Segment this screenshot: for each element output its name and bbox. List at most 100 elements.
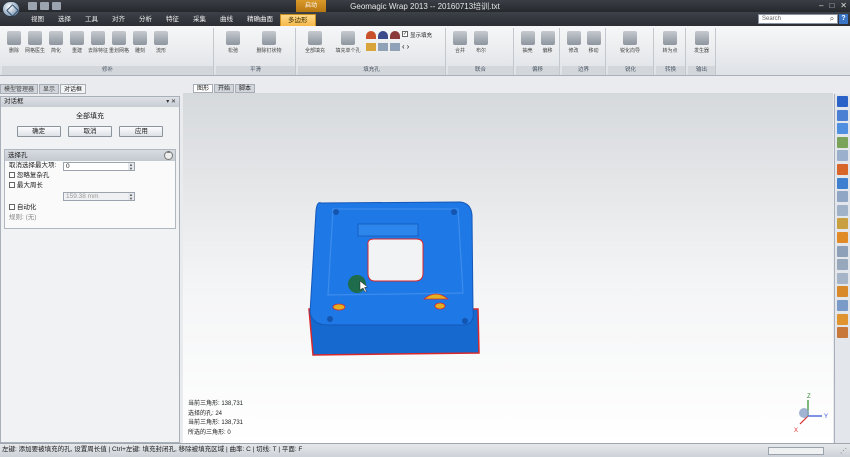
tab-tools[interactable]: 工具 xyxy=(78,14,105,26)
ribbon-group-label: 转换 xyxy=(656,66,685,75)
small-hole[interactable] xyxy=(332,303,346,311)
tab-display[interactable]: 显示 xyxy=(39,84,60,94)
search-input[interactable]: Search xyxy=(758,14,838,24)
manifold-button[interactable]: 流形 xyxy=(151,28,171,65)
convert-to-points-button[interactable]: 转为点 xyxy=(658,28,682,65)
view-iso-icon[interactable] xyxy=(837,136,848,148)
clip-icon[interactable] xyxy=(837,204,848,216)
sculpt-button[interactable]: 雕刻 xyxy=(130,28,150,65)
fill-type-curve-icon[interactable] xyxy=(378,31,388,39)
maximize-button[interactable]: □ xyxy=(829,1,834,10)
ok-button[interactable]: 确定 xyxy=(16,126,61,137)
select-lasso-icon[interactable] xyxy=(837,245,848,257)
shading-icon[interactable] xyxy=(837,163,848,175)
offset-button[interactable]: 偏移 xyxy=(538,28,557,65)
panel-pin-close-icon[interactable]: ▾ ✕ xyxy=(166,97,176,107)
progress-bar xyxy=(768,447,824,455)
fill-type-flat-icon[interactable] xyxy=(390,31,400,39)
decimate-button[interactable]: 简化 xyxy=(46,28,66,65)
remove-spikes-button[interactable]: 删除钉状物 xyxy=(249,28,289,65)
fill-partial-icon[interactable] xyxy=(378,43,388,51)
next-arrow-icon[interactable]: › xyxy=(407,43,410,51)
show-fill-checkbox[interactable]: ✓ xyxy=(402,31,408,37)
sharpen-wizard-button[interactable]: 锐化向导 xyxy=(610,28,650,65)
window-title: Geomagic Wrap 2013 -- 20160713培训.txt xyxy=(350,2,500,11)
automate-checkbox[interactable] xyxy=(9,204,15,211)
shell-button[interactable]: 抽壳 xyxy=(518,28,537,65)
mesh-doctor-button[interactable]: 网格医生 xyxy=(25,28,45,65)
perimeter-input[interactable]: 159.38 mm ▲ ▼ xyxy=(63,192,135,201)
merge-button[interactable]: 合并 xyxy=(450,28,470,65)
delete-button[interactable]: 删除 xyxy=(4,28,24,65)
spinner-icon[interactable]: ▲ ▼ xyxy=(128,163,134,170)
graphics-viewport[interactable]: Z Y X xyxy=(183,93,833,443)
help-button[interactable]: ? xyxy=(839,14,848,24)
ribbon-group-repair: 删除 网格医生 简化 重建 去除特征 重划网格 雕刻 流形 修补 xyxy=(2,28,214,75)
tab-capture[interactable]: 采集 xyxy=(186,14,213,26)
viewport-tabs: 图形 开始 脚本 xyxy=(193,84,256,93)
fill-single-button[interactable]: 填充单个孔 xyxy=(331,28,365,65)
remesh-button[interactable]: 重划网格 xyxy=(109,28,129,65)
center-hole[interactable] xyxy=(367,238,424,282)
fill-all-button[interactable]: 全部填充 xyxy=(300,28,330,65)
model-canvas[interactable]: Z Y X xyxy=(183,93,833,443)
cancel-button[interactable]: 取消 xyxy=(67,126,112,137)
shrink-selection-icon[interactable] xyxy=(837,327,848,339)
tab-analysis[interactable]: 分析 xyxy=(132,14,159,26)
tab-polygons[interactable]: 多边形 xyxy=(280,14,316,26)
generator-button[interactable]: 发生器 xyxy=(690,28,713,65)
small-hole[interactable] xyxy=(434,302,446,310)
select-all-icon[interactable] xyxy=(837,259,848,271)
fill-single-icon xyxy=(341,31,355,45)
collapse-icon[interactable]: ⌃ xyxy=(164,151,173,160)
tab-view[interactable]: 视图 xyxy=(24,14,51,26)
modify-boundary-icon xyxy=(566,31,581,45)
left-panel-tabs: 模型管理器 显示 对话框 xyxy=(0,84,87,94)
minimize-button[interactable]: – xyxy=(819,1,823,10)
select-none-icon[interactable] xyxy=(837,272,848,284)
relax-button[interactable]: 松弛 xyxy=(218,28,248,65)
search-icon[interactable]: ⌕ xyxy=(827,14,837,24)
expand-selection-icon[interactable] xyxy=(837,313,848,325)
select-rect-icon[interactable] xyxy=(837,231,848,243)
remove-features-button[interactable]: 去除特征 xyxy=(88,28,108,65)
tab-features[interactable]: 特征 xyxy=(159,14,186,26)
brush-icon[interactable] xyxy=(837,218,848,230)
fill-edge-icon[interactable] xyxy=(390,43,400,51)
invert-selection-icon[interactable] xyxy=(837,299,848,311)
tab-model-manager[interactable]: 模型管理器 xyxy=(0,84,39,94)
view-front-icon[interactable] xyxy=(837,96,848,107)
view-rotate-icon[interactable] xyxy=(837,109,848,121)
move-boundary-button[interactable]: 移动 xyxy=(584,28,603,65)
tab-start[interactable]: 开始 xyxy=(214,84,235,93)
boolean-button[interactable]: 布尔 xyxy=(471,28,491,65)
max-deselect-input[interactable]: 0 ▲ ▼ xyxy=(63,162,135,171)
tab-graphics[interactable]: 图形 xyxy=(193,84,214,93)
close-button[interactable]: ✕ xyxy=(840,1,847,10)
tab-dialog[interactable]: 对话框 xyxy=(60,84,87,94)
ribbon-group-sharpen: 锐化向导 锐化 xyxy=(608,28,654,75)
fill-bridge-icon[interactable] xyxy=(366,43,376,51)
lighting-icon[interactable] xyxy=(837,191,848,203)
select-through-icon[interactable] xyxy=(837,286,848,298)
tab-align[interactable]: 对齐 xyxy=(105,14,132,26)
view-fit-icon[interactable] xyxy=(837,123,848,135)
fill-type-arc-icon[interactable] xyxy=(366,31,376,39)
orientation-triad[interactable]: Z Y X xyxy=(794,394,828,434)
resize-grip-icon[interactable]: ⋰ xyxy=(840,446,847,457)
tab-script[interactable]: 脚本 xyxy=(235,84,256,93)
tab-select[interactable]: 选择 xyxy=(51,14,78,26)
mesh-display-icon[interactable] xyxy=(837,177,848,189)
apply-button[interactable]: 应用 xyxy=(119,126,164,137)
rebuild-button[interactable]: 重建 xyxy=(67,28,87,65)
max-perimeter-checkbox[interactable] xyxy=(9,182,15,189)
modify-boundary-button[interactable]: 修改 xyxy=(564,28,583,65)
tab-exact-surfaces[interactable]: 精确曲面 xyxy=(240,14,280,26)
tab-curves[interactable]: 曲线 xyxy=(213,14,240,26)
mesh-model[interactable] xyxy=(308,201,480,356)
ignore-complex-checkbox[interactable] xyxy=(9,172,15,179)
spinner-icon[interactable]: ▲ ▼ xyxy=(128,193,134,200)
app-logo-icon[interactable] xyxy=(2,1,20,17)
prev-arrow-icon[interactable]: ‹ xyxy=(402,43,405,51)
zoom-icon[interactable] xyxy=(837,150,848,162)
